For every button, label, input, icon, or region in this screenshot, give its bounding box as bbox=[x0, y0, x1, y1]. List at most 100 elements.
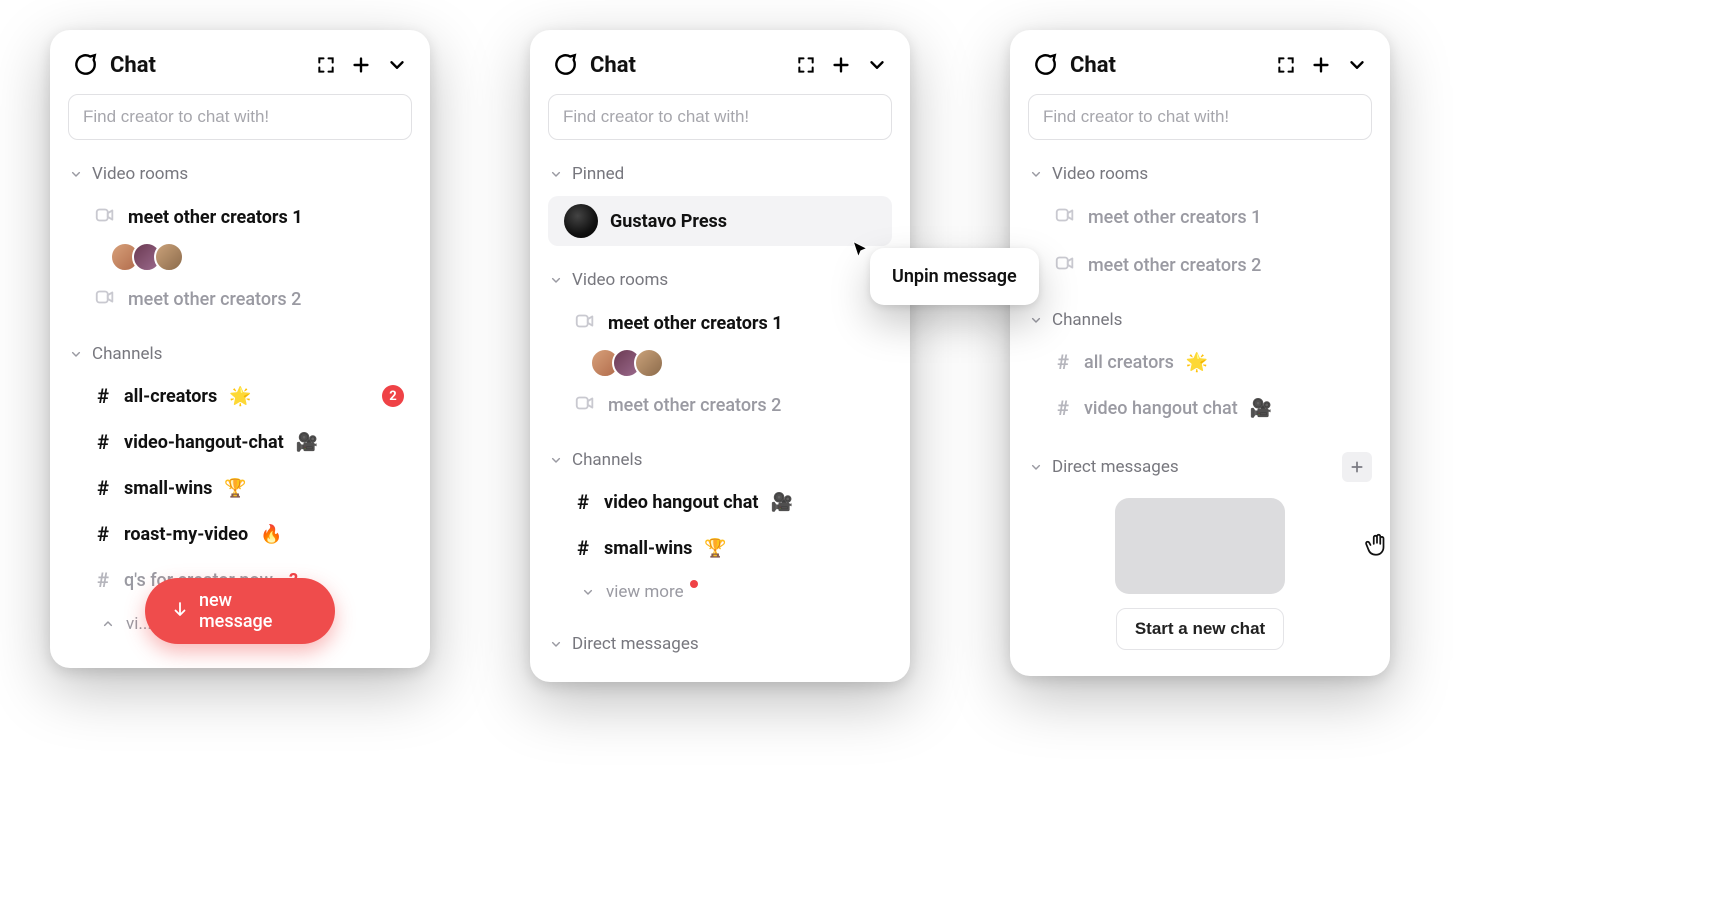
chevron-down-icon[interactable] bbox=[386, 54, 408, 76]
view-more-link[interactable]: view more bbox=[548, 574, 892, 610]
section-label: Pinned bbox=[572, 164, 624, 184]
pinned-label: Gustavo Press bbox=[610, 211, 727, 232]
search-input[interactable] bbox=[1028, 94, 1372, 140]
empty-state-placeholder bbox=[1115, 498, 1285, 594]
emoji-icon: 🔥 bbox=[260, 524, 282, 545]
section-label: Channels bbox=[1052, 310, 1122, 330]
chat-panel-state-2: Chat Pinned Gustavo Press Video rooms bbox=[530, 30, 910, 682]
section-label: Video rooms bbox=[572, 270, 668, 290]
video-icon bbox=[574, 310, 596, 336]
section-header-direct-messages[interactable]: Direct messages bbox=[1028, 450, 1372, 484]
chevron-down-icon[interactable] bbox=[866, 54, 888, 76]
emoji-icon: 🏆 bbox=[224, 478, 246, 499]
section-header-direct-messages[interactable]: Direct messages bbox=[548, 632, 892, 656]
expand-icon[interactable] bbox=[316, 55, 336, 75]
channel-item-small-wins[interactable]: # small-wins 🏆 bbox=[548, 528, 892, 568]
channel-item-roast-video[interactable]: # roast-my-video 🔥 bbox=[68, 514, 412, 554]
hash-icon: # bbox=[94, 476, 112, 500]
hash-icon: # bbox=[574, 490, 592, 514]
add-dm-button[interactable] bbox=[1342, 452, 1372, 482]
panel-header: Chat bbox=[548, 52, 892, 78]
chevron-down-icon bbox=[1028, 312, 1044, 328]
hash-icon: # bbox=[1054, 350, 1072, 374]
channel-item-all-creators[interactable]: # all creators 🌟 bbox=[1028, 342, 1372, 382]
video-room-item[interactable]: meet other creators 2 bbox=[548, 384, 892, 426]
video-room-item[interactable]: meet other creators 1 bbox=[548, 302, 892, 344]
chevron-down-icon bbox=[1028, 166, 1044, 182]
section-header-video-rooms[interactable]: Video rooms bbox=[68, 162, 412, 186]
section-direct-messages: Direct messages bbox=[548, 632, 892, 656]
hash-icon: # bbox=[1054, 396, 1072, 420]
expand-icon[interactable] bbox=[796, 55, 816, 75]
channel-label: all-creators bbox=[124, 386, 217, 407]
section-label: Direct messages bbox=[1052, 457, 1179, 477]
room-label: meet other creators 2 bbox=[608, 395, 781, 416]
chevron-down-icon[interactable] bbox=[1346, 54, 1368, 76]
context-menu-unpin[interactable]: Unpin message bbox=[870, 248, 1039, 305]
section-channels: Channels # all creators 🌟 # video hangou… bbox=[1028, 308, 1372, 428]
chat-icon bbox=[72, 52, 98, 78]
start-new-chat-button[interactable]: Start a new chat bbox=[1116, 608, 1284, 650]
section-label: Video rooms bbox=[1052, 164, 1148, 184]
panel-header: Chat bbox=[68, 52, 412, 78]
emoji-icon: 🎥 bbox=[1250, 398, 1272, 419]
chat-title: Chat bbox=[590, 53, 636, 78]
channel-label: small-wins bbox=[124, 478, 212, 499]
expand-icon[interactable] bbox=[1276, 55, 1296, 75]
chat-icon bbox=[552, 52, 578, 78]
emoji-icon: 🎥 bbox=[296, 432, 318, 453]
hand-cursor-icon bbox=[1364, 532, 1390, 562]
plus-icon[interactable] bbox=[830, 54, 852, 76]
hash-icon: # bbox=[94, 384, 112, 408]
section-video-rooms: Video rooms meet other creators 1 meet o… bbox=[68, 162, 412, 320]
hash-icon: # bbox=[574, 536, 592, 560]
channel-item-video-hangout[interactable]: # video hangout chat 🎥 bbox=[548, 482, 892, 522]
channel-item-video-hangout[interactable]: # video-hangout-chat 🎥 bbox=[68, 422, 412, 462]
chevron-down-icon bbox=[548, 166, 564, 182]
section-header-channels[interactable]: Channels bbox=[548, 448, 892, 472]
emoji-icon: 🌟 bbox=[1186, 352, 1208, 373]
emoji-icon: 🌟 bbox=[229, 386, 251, 407]
room-label: meet other creators 1 bbox=[128, 207, 303, 228]
video-room-item[interactable]: meet other creators 1 bbox=[1028, 196, 1372, 238]
video-icon bbox=[1054, 252, 1076, 278]
new-message-button[interactable]: new message bbox=[145, 578, 335, 644]
channel-item-all-creators[interactable]: # all-creators 🌟 2 bbox=[68, 376, 412, 416]
section-channels: Channels # video hangout chat 🎥 # small-… bbox=[548, 448, 892, 610]
channel-label: video hangout chat bbox=[1084, 398, 1238, 419]
channel-item-small-wins[interactable]: # small-wins 🏆 bbox=[68, 468, 412, 508]
unread-dot bbox=[690, 580, 698, 588]
cursor-icon bbox=[850, 240, 870, 264]
video-room-item[interactable]: meet other creators 1 bbox=[68, 196, 412, 238]
search-input[interactable] bbox=[68, 94, 412, 140]
search-input[interactable] bbox=[548, 94, 892, 140]
avatar bbox=[564, 204, 598, 238]
video-icon bbox=[94, 286, 116, 312]
hash-icon: # bbox=[94, 568, 112, 592]
channel-label: video hangout chat bbox=[604, 492, 758, 513]
section-header-pinned[interactable]: Pinned bbox=[548, 162, 892, 186]
section-direct-messages: Direct messages Start a new chat bbox=[1028, 450, 1372, 650]
chevron-down-icon bbox=[580, 584, 596, 600]
room-label: meet other creators 1 bbox=[1088, 207, 1261, 228]
section-header-video-rooms[interactable]: Video rooms bbox=[1028, 162, 1372, 186]
chat-icon bbox=[1032, 52, 1058, 78]
channel-label: roast-my-video bbox=[124, 524, 248, 545]
plus-icon[interactable] bbox=[350, 54, 372, 76]
chat-panel-state-3: Chat Video rooms meet other creators 1 m… bbox=[1010, 30, 1390, 676]
channel-item-video-hangout[interactable]: # video hangout chat 🎥 bbox=[1028, 388, 1372, 428]
section-header-channels[interactable]: Channels bbox=[68, 342, 412, 366]
video-room-item[interactable]: meet other creators 2 bbox=[1028, 244, 1372, 286]
section-pinned: Pinned Gustavo Press bbox=[548, 162, 892, 246]
video-icon bbox=[1054, 204, 1076, 230]
section-header-video-rooms[interactable]: Video rooms bbox=[548, 268, 892, 292]
video-room-item[interactable]: meet other creators 2 bbox=[68, 278, 412, 320]
chevron-up-icon bbox=[100, 616, 116, 632]
section-video-rooms: Video rooms meet other creators 1 meet o… bbox=[1028, 162, 1372, 286]
video-icon bbox=[574, 392, 596, 418]
arrow-down-icon bbox=[171, 600, 189, 623]
section-header-channels[interactable]: Channels bbox=[1028, 308, 1372, 332]
pinned-item-gustavo[interactable]: Gustavo Press bbox=[548, 196, 892, 246]
room-label: meet other creators 2 bbox=[1088, 255, 1261, 276]
plus-icon[interactable] bbox=[1310, 54, 1332, 76]
